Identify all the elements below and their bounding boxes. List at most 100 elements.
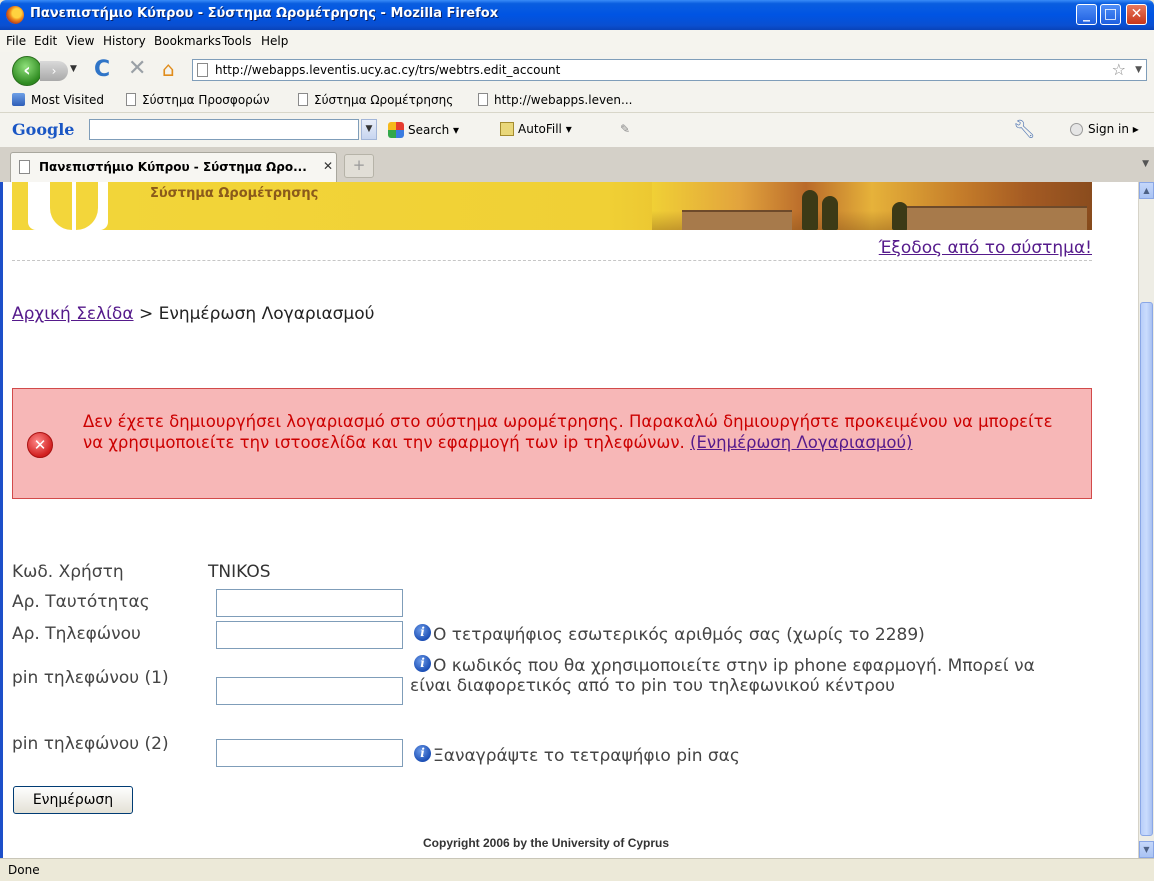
status-text: Done	[8, 863, 40, 877]
autofill-label: AutoFill	[518, 122, 562, 136]
forward-arrow-icon[interactable]: ›	[40, 61, 68, 81]
bookmark-offers-system[interactable]: Σύστημα Προσφορών	[126, 93, 270, 107]
google-search-input[interactable]	[89, 119, 359, 140]
banner-title: Σύστημα Ωρομέτρησης	[150, 186, 319, 201]
breadcrumb: Αρχική Σελίδα > Ενημέρωση Λογαριασμού	[12, 304, 374, 324]
bookmark-star-icon[interactable]: ☆	[1112, 60, 1126, 79]
phone-label: Αρ. Τηλεφώνου	[12, 624, 141, 644]
bookmark-label: http://webapps.leven...	[494, 93, 633, 107]
tab-close-icon[interactable]: ✕	[323, 159, 333, 173]
pin2-input[interactable]	[216, 739, 403, 767]
back-arrow-icon[interactable]: ‹	[12, 56, 42, 86]
maximize-icon[interactable]: □	[1100, 4, 1121, 25]
tree-shape	[892, 202, 908, 230]
page-icon	[126, 93, 136, 106]
info-icon: i	[414, 745, 431, 762]
bookmark-webapps[interactable]: http://webapps.leven...	[478, 93, 632, 107]
menu-edit[interactable]: Edit	[34, 34, 57, 48]
scroll-up-icon[interactable]: ▲	[1139, 182, 1154, 199]
menu-help[interactable]: Help	[261, 34, 288, 48]
menu-view[interactable]: View	[66, 34, 94, 48]
tab-list-dropdown-icon[interactable]: ▼	[1142, 159, 1149, 169]
bookmark-label: Σύστημα Προσφορών	[142, 93, 270, 107]
breadcrumb-separator: >	[133, 304, 159, 324]
stop-icon[interactable]: ✕	[128, 56, 146, 81]
google-autofill-button[interactable]: AutoFill ▾	[500, 122, 572, 136]
error-icon: ✕	[27, 432, 53, 458]
home-icon[interactable]: ⌂	[162, 57, 175, 81]
menu-file[interactable]: File	[6, 34, 26, 48]
phone-number-input[interactable]	[216, 621, 403, 649]
phone-hint: Ο τετραψήφιος εσωτερικός αριθμός σας (χω…	[433, 625, 925, 645]
logout-link[interactable]: Έξοδος από το σύστημα!	[879, 238, 1092, 258]
banner-campus-image	[652, 182, 1092, 230]
google-dropdown-icon[interactable]: ▼	[361, 119, 377, 140]
user-code-label: Κωδ. Χρήστη	[12, 562, 124, 582]
google-search-icon	[388, 122, 404, 138]
university-logo	[28, 182, 108, 230]
navigation-toolbar: ‹ › ▼ C ✕ ⌂ http://webapps.leventis.ucy.…	[0, 52, 1154, 89]
most-visited-icon	[12, 93, 25, 106]
vertical-scrollbar[interactable]: ▲ ▼	[1138, 182, 1154, 858]
google-search-button[interactable]: Search ▾	[388, 122, 459, 138]
firefox-icon	[6, 6, 24, 24]
building-shape	[907, 206, 1087, 230]
scroll-thumb[interactable]	[1140, 302, 1153, 836]
page-icon	[298, 93, 308, 106]
signin-circle-icon	[1070, 123, 1083, 136]
menu-bar: File Edit View History Bookmarks Tools H…	[0, 30, 1154, 53]
address-dropdown-icon[interactable]: ▼	[1135, 65, 1142, 75]
id-label: Αρ. Ταυτότητας	[12, 592, 150, 612]
bookmark-timesheet-system[interactable]: Σύστημα Ωρομέτρησης	[298, 93, 453, 107]
window-title: Πανεπιστήμιο Κύπρου - Σύστημα Ωρομέτρηση…	[30, 6, 499, 21]
error-message-box: ✕ Δεν έχετε δημιουργήσει λογαριασμό στο …	[12, 388, 1092, 499]
history-dropdown-icon[interactable]: ▼	[70, 64, 77, 74]
tab-label: Πανεπιστήμιο Κύπρου - Σύστημα Ωρο...	[39, 160, 307, 174]
menu-tools[interactable]: Tools	[222, 34, 252, 48]
error-message: Δεν έχετε δημιουργήσει λογαριασμό στο σύ…	[83, 411, 1073, 453]
id-number-input[interactable]	[216, 589, 403, 617]
site-banner: Σύστημα Ωρομέτρησης	[12, 182, 1092, 230]
building-shape	[682, 210, 792, 230]
new-tab-button[interactable]: +	[344, 154, 374, 178]
page-icon	[478, 93, 488, 106]
google-toolbar: Google ▼ Search ▾ AutoFill ▾ ✎ 🔧︎ Sign i…	[0, 113, 1154, 148]
tab-bar: Πανεπιστήμιο Κύπρου - Σύστημα Ωρο... ✕ +…	[0, 147, 1154, 183]
autofill-icon	[500, 122, 514, 136]
address-text[interactable]: http://webapps.leventis.ucy.ac.cy/trs/we…	[215, 63, 560, 77]
pin1-input[interactable]	[216, 677, 403, 705]
page-icon	[197, 63, 208, 77]
menu-history[interactable]: History	[103, 34, 146, 48]
pin1-hint: Ο κωδικός που θα χρησιμοποιείτε στην ip …	[410, 656, 1035, 696]
wrench-icon[interactable]: 🔧︎	[1013, 119, 1036, 140]
bookmark-most-visited[interactable]: Most Visited	[12, 93, 104, 107]
google-search-label: Search	[408, 123, 450, 137]
reload-icon[interactable]: C	[94, 57, 110, 82]
status-bar: Done	[0, 858, 1154, 881]
page-viewport: Σύστημα Ωρομέτρησης Έξοδος από το σύστημ…	[0, 182, 1138, 858]
breadcrumb-home-link[interactable]: Αρχική Σελίδα	[12, 304, 134, 324]
scroll-down-icon[interactable]: ▼	[1139, 841, 1154, 858]
bookmarks-toolbar: Most Visited Σύστημα Προσφορών Σύστημα Ω…	[0, 88, 1154, 113]
minimize-icon[interactable]: _	[1076, 4, 1097, 25]
user-code-value: TNIKOS	[208, 562, 271, 582]
pin2-label: pin τηλεφώνου (2)	[12, 734, 169, 754]
divider	[12, 260, 1092, 261]
bookmark-label: Most Visited	[31, 93, 105, 107]
page-icon	[19, 160, 30, 174]
close-icon[interactable]: ✕	[1126, 4, 1147, 25]
window-title-bar[interactable]: Πανεπιστήμιο Κύπρου - Σύστημα Ωρομέτρηση…	[0, 0, 1154, 30]
tab-active[interactable]: Πανεπιστήμιο Κύπρου - Σύστημα Ωρο... ✕	[10, 152, 337, 182]
update-button[interactable]: Ενημέρωση	[13, 786, 133, 814]
copyright-text: Copyright 2006 by the University of Cypr…	[423, 836, 670, 850]
menu-bookmarks[interactable]: Bookmarks	[154, 34, 221, 48]
signin-label: Sign in	[1088, 122, 1129, 136]
info-icon: i	[414, 624, 431, 641]
update-account-link[interactable]: (Ενημέρωση Λογαριασμού)	[690, 433, 912, 452]
pencil-icon[interactable]: ✎	[620, 122, 630, 136]
google-logo: Google	[12, 120, 75, 139]
tree-shape	[802, 190, 818, 230]
google-signin-button[interactable]: Sign in ▸	[1070, 122, 1139, 136]
pin2-hint: Ξαναγράψτε το τετραψήφιο pin σας	[433, 746, 740, 766]
address-bar[interactable]: http://webapps.leventis.ucy.ac.cy/trs/we…	[192, 59, 1147, 81]
